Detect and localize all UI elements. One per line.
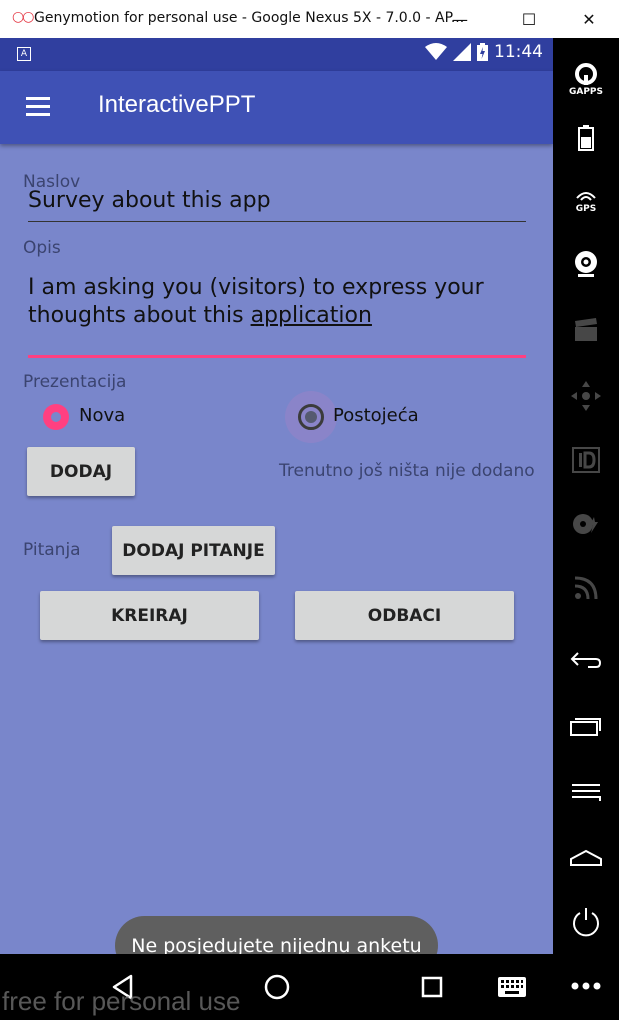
clapperboard-icon (575, 318, 597, 341)
recents-button[interactable] (410, 954, 454, 1020)
webcam-icon (575, 251, 597, 277)
disk-io-tool-button[interactable] (553, 500, 619, 548)
naslov-input[interactable]: Survey about this app (28, 188, 271, 213)
genymotion-side-panel: GAPPS GPS (553, 38, 619, 1020)
back-arrow-icon (570, 652, 602, 668)
network-tool-button[interactable] (553, 564, 619, 612)
status-bar: A 11:44 (0, 38, 553, 71)
home-button[interactable] (255, 954, 299, 1020)
home-house-icon (570, 849, 602, 866)
opis-line-2-text: thoughts about this (28, 303, 251, 328)
opis-line-2: thoughts about this application (28, 303, 372, 328)
wifi-icon (425, 43, 447, 60)
device-screen: A 11:44 InteractivePPT Naslov Survey abo… (0, 38, 553, 1020)
dodaj-pitanje-button[interactable]: DODAJ PITANJE (112, 526, 275, 575)
menu-icon[interactable] (26, 97, 50, 117)
radio-nova[interactable] (43, 404, 69, 430)
clock: 11:44 (494, 42, 543, 62)
more-dots-icon (571, 982, 601, 990)
side-home-button[interactable] (553, 834, 619, 882)
dpad-icon (571, 381, 601, 411)
webcam-tool-button[interactable] (553, 240, 619, 288)
power-button[interactable] (553, 898, 619, 946)
gapps-button[interactable]: GAPPS (553, 56, 619, 104)
close-button[interactable]: ✕ (566, 0, 612, 38)
radio-postojeca[interactable] (298, 404, 324, 430)
opis-line-1: I am asking you (visitors) to express yo… (28, 275, 484, 300)
radio-nova-label[interactable]: Nova (79, 405, 125, 426)
side-back-button[interactable] (553, 636, 619, 684)
minimize-button[interactable]: — (437, 0, 483, 38)
home-icon (264, 974, 290, 1000)
dodaj-button[interactable]: DODAJ (27, 447, 135, 496)
disk-icon (573, 514, 598, 534)
gps-tool-button[interactable]: GPS (553, 178, 619, 226)
id-icon (572, 447, 600, 473)
app-title: InteractivePPT (98, 91, 256, 118)
battery-charging-icon (477, 43, 488, 61)
media-tool-button[interactable] (553, 306, 619, 354)
gps-icon (576, 192, 596, 201)
gps-label: GPS (575, 204, 597, 214)
battery-tool-button[interactable] (553, 114, 619, 162)
recents-icon (421, 976, 443, 998)
signal-icon (453, 43, 471, 61)
gapps-icon (575, 63, 597, 85)
battery-icon (578, 125, 594, 151)
keyboard-icon (498, 977, 526, 997)
power-icon (573, 908, 599, 937)
radio-postojeca-label[interactable]: Postojeća (333, 405, 419, 426)
rss-icon (574, 576, 598, 600)
device-id-tool-button[interactable] (553, 436, 619, 484)
gapps-label: GAPPS (568, 87, 604, 97)
app-bar: InteractivePPT (0, 71, 553, 144)
genymotion-logo-icon: ○○ (12, 9, 34, 25)
keyboard-button[interactable] (490, 954, 534, 1020)
recent-apps-icon (570, 718, 601, 736)
more-options-button[interactable] (553, 964, 619, 1008)
prezentacija-label: Prezentacija (23, 372, 127, 392)
main-content: Naslov Survey about this app Opis I am a… (0, 144, 553, 975)
opis-label: Opis (23, 238, 61, 258)
radio-postojeca-dot (305, 411, 317, 423)
radio-nova-dot (51, 412, 61, 422)
side-menu-button[interactable] (553, 768, 619, 816)
naslov-underline (28, 221, 526, 222)
odbaci-button[interactable]: ODBACI (295, 591, 514, 640)
opis-misspell-word: application (250, 303, 372, 328)
window-title: Genymotion for personal use - Google Nex… (34, 10, 465, 26)
maximize-button[interactable]: ☐ (506, 0, 552, 38)
pitanja-label: Pitanja (23, 540, 81, 560)
status-text: Trenutno još ništa nije dodano (279, 461, 535, 481)
notification-icon: A (17, 47, 31, 61)
dpad-tool-button[interactable] (553, 372, 619, 420)
kreiraj-button[interactable]: KREIRAJ (40, 591, 259, 640)
opis-underline-focused (28, 355, 526, 358)
window-titlebar: ○○ Genymotion for personal use - Google … (0, 0, 619, 38)
side-recents-button[interactable] (553, 702, 619, 750)
menu-lines-icon (572, 784, 601, 801)
watermark: free for personal use (2, 986, 241, 1016)
